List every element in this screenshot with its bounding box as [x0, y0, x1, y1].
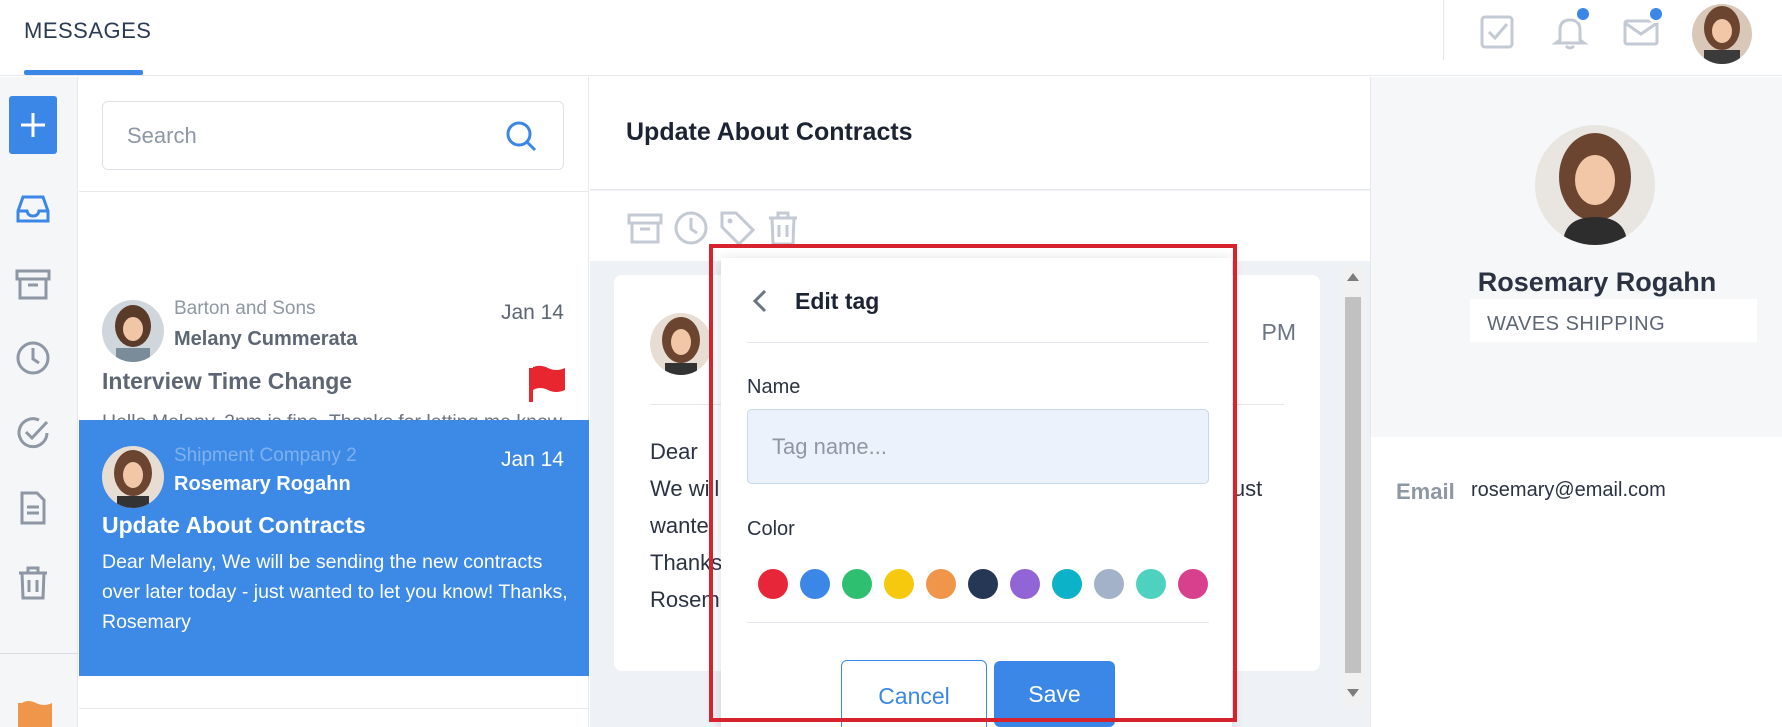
contact-name: Rosemary Rogahn — [1477, 267, 1717, 297]
message-sender: Rosemary Rogahn — [174, 473, 351, 495]
tag-icon[interactable] — [718, 209, 756, 247]
divider — [1443, 0, 1444, 60]
message-item-selected[interactable]: Shipment Company 2 Rosemary Rogahn Jan 1… — [79, 420, 589, 676]
conversation-header: Update About Contracts — [590, 77, 1370, 190]
contact-email[interactable]: rosemary@email.com — [1471, 479, 1666, 502]
search-box — [102, 101, 564, 170]
email-body-line: We will — [650, 476, 720, 501]
flag-icon[interactable] — [16, 699, 56, 727]
user-avatar[interactable] — [1692, 4, 1752, 64]
active-tab-indicator — [24, 70, 143, 75]
color-swatch[interactable] — [884, 569, 914, 599]
avatar — [650, 313, 712, 375]
flag-icon[interactable] — [527, 364, 567, 402]
color-swatch[interactable] — [1178, 569, 1208, 599]
scroll-down-arrow[interactable] — [1347, 689, 1359, 697]
avatar — [102, 446, 164, 508]
divider — [79, 708, 589, 709]
color-label: Color — [747, 518, 795, 540]
color-swatch[interactable] — [1136, 569, 1166, 599]
edit-tag-dialog: Edit tag Name Color Cancel Save — [721, 258, 1232, 727]
message-sender: Melany Cummerata — [174, 328, 358, 350]
check-square-icon[interactable] — [1477, 12, 1517, 52]
cancel-button[interactable]: Cancel — [841, 660, 987, 727]
message-subject: Interview Time Change — [102, 368, 353, 394]
color-swatch[interactable] — [1052, 569, 1082, 599]
search-icon[interactable] — [503, 118, 539, 154]
color-swatch[interactable] — [968, 569, 998, 599]
clock-icon[interactable] — [13, 338, 53, 378]
color-swatch[interactable] — [800, 569, 830, 599]
profile-header: Rosemary Rogahn WAVES SHIPPING — [1371, 77, 1782, 437]
divider — [747, 342, 1209, 343]
email-body-line: just — [1228, 476, 1263, 501]
rail-divider — [0, 653, 78, 654]
color-swatch[interactable] — [1010, 569, 1040, 599]
tag-name-input[interactable] — [747, 409, 1209, 484]
document-icon[interactable] — [13, 488, 53, 528]
profile-avatar — [1535, 125, 1655, 245]
dialog-title: Edit tag — [795, 288, 880, 314]
scroll-up-arrow[interactable] — [1347, 273, 1359, 281]
message-company: Shipment Company 2 — [174, 445, 357, 466]
name-label: Name — [747, 376, 801, 398]
message-date: Jan 14 — [500, 301, 564, 324]
compose-button[interactable] — [9, 96, 57, 154]
contact-company: WAVES SHIPPING — [1470, 299, 1757, 342]
chevron-left-icon[interactable] — [748, 286, 772, 316]
color-swatch[interactable] — [1094, 569, 1124, 599]
email-label: Email — [1396, 479, 1455, 504]
search-input[interactable] — [103, 102, 503, 169]
archive-icon[interactable] — [626, 209, 664, 247]
trash-icon[interactable] — [764, 209, 802, 247]
color-swatch[interactable] — [758, 569, 788, 599]
top-bar: MESSAGES — [0, 0, 1782, 76]
mail-badge — [1647, 5, 1665, 23]
color-swatch[interactable] — [926, 569, 956, 599]
message-date: Jan 14 — [500, 448, 564, 471]
message-list: Barton and Sons Melany Cummerata Jan 14 … — [79, 77, 589, 727]
message-subject: Update About Contracts — [102, 512, 366, 538]
left-rail — [0, 77, 78, 727]
trash-icon[interactable] — [13, 563, 53, 603]
plus-icon — [21, 113, 45, 137]
check-circle-icon[interactable] — [13, 413, 53, 453]
notification-badge — [1574, 5, 1592, 23]
divider — [747, 622, 1209, 623]
clock-icon[interactable] — [672, 209, 710, 247]
tab-messages[interactable]: MESSAGES — [24, 18, 151, 44]
inbox-icon[interactable] — [13, 189, 53, 229]
message-company: Barton and Sons — [174, 298, 316, 319]
color-swatch[interactable] — [842, 569, 872, 599]
email-time: PM — [1261, 319, 1297, 345]
message-item[interactable]: Barton and Sons Melany Cummerata Jan 14 … — [79, 192, 589, 463]
scrollbar[interactable] — [1342, 267, 1364, 707]
conversation-title: Update About Contracts — [626, 118, 913, 146]
contact-panel: Rosemary Rogahn WAVES SHIPPING Email ros… — [1370, 77, 1782, 727]
message-preview: Dear Melany, We will be sending the new … — [102, 551, 568, 633]
save-button[interactable]: Save — [994, 661, 1115, 727]
archive-icon[interactable] — [13, 264, 53, 304]
avatar — [102, 300, 164, 362]
scroll-thumb[interactable] — [1345, 297, 1361, 673]
